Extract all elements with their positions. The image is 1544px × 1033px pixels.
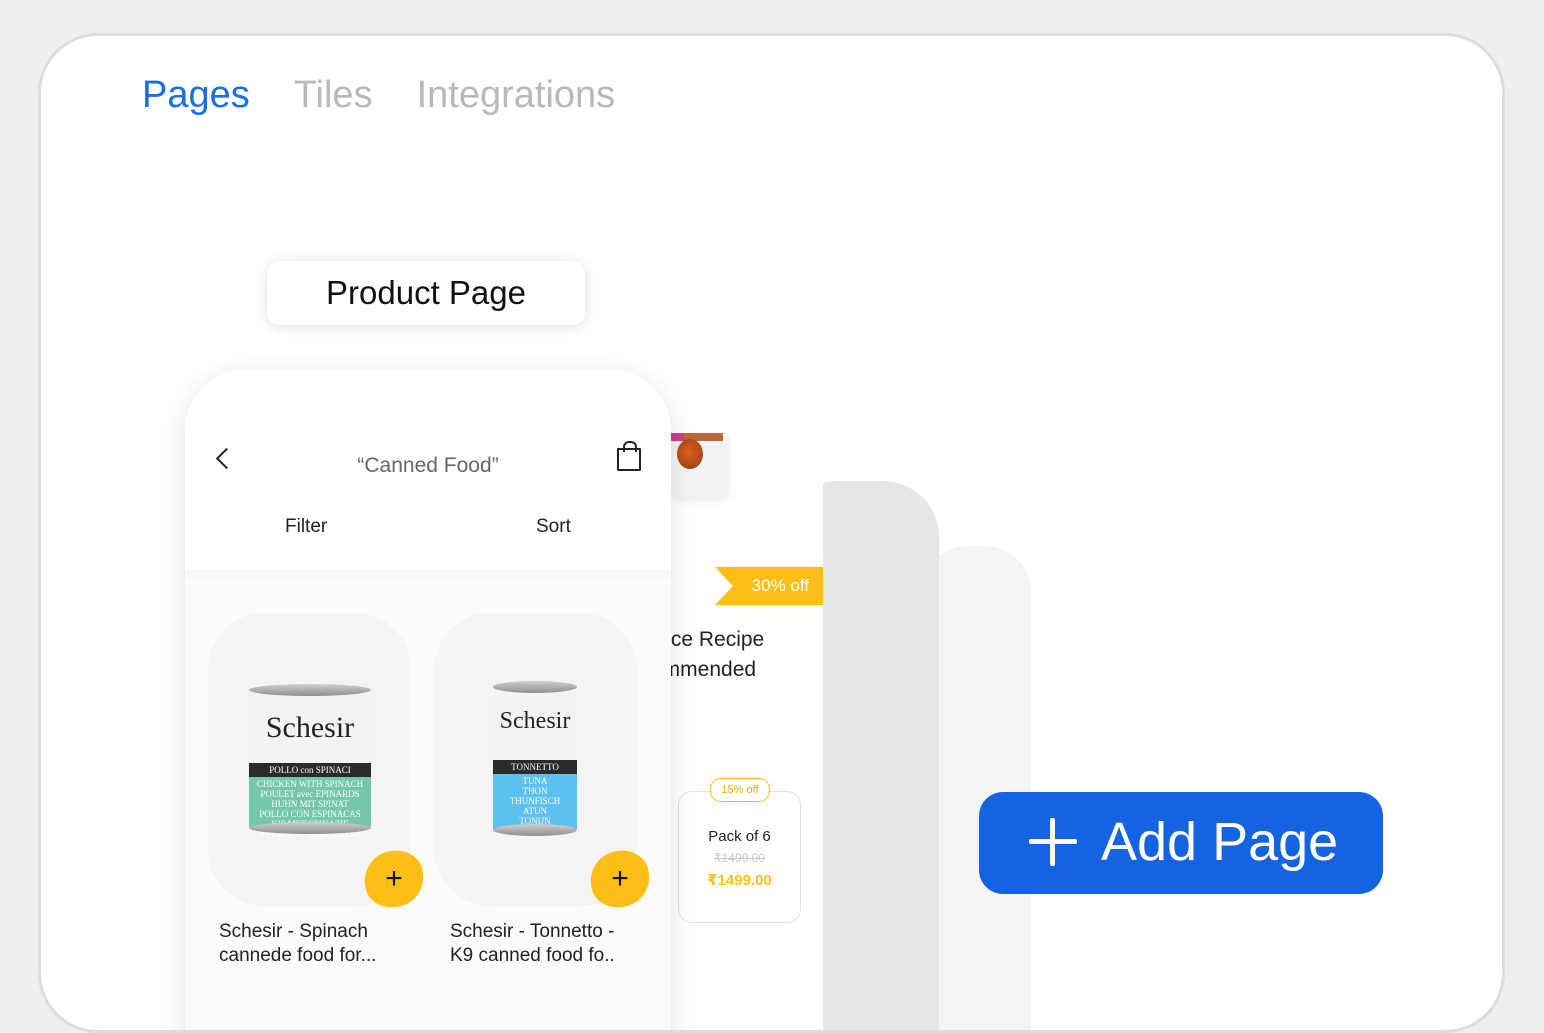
product-label-lines: TUNA THON THUNFISCH ATUN TONIJN xyxy=(509,776,561,826)
add-page-label: Add Page xyxy=(1101,812,1339,872)
pack-discount-badge: 15% off xyxy=(710,778,770,802)
sort-button[interactable]: Sort xyxy=(536,516,571,538)
pack-option-card[interactable]: 15% off Pack of 6 ₹1499.00 ₹1499.00 xyxy=(678,778,801,923)
product-title: Rice Recipe ommended xyxy=(651,628,765,681)
plus-icon xyxy=(1029,818,1077,866)
search-title: “Canned Food” xyxy=(357,454,499,477)
add-to-cart-button[interactable]: + xyxy=(356,843,432,915)
product-image: Schesir POLLO con SPINACI CHICKEN WITH S… xyxy=(249,684,371,839)
pack-price: ₹1499.00 xyxy=(707,872,772,889)
product-brand: Schesir xyxy=(499,708,571,734)
food-bag-image xyxy=(671,433,729,497)
page-label-product-page[interactable]: Product Page xyxy=(267,261,585,325)
discount-badge: 30% off xyxy=(715,567,823,605)
pack-name: Pack of 6 xyxy=(708,828,771,845)
tab-tiles[interactable]: Tiles xyxy=(294,74,373,117)
product-variant: TONNETTO xyxy=(493,760,577,774)
phone-preview: “Canned Food” Filter Sort Schesir POLLO … xyxy=(185,370,671,1030)
product-image: Schesir TONNETTO TUNA THON THUNFISCH ATU… xyxy=(493,681,577,836)
tab-bar: Pages Tiles Integrations xyxy=(142,74,615,117)
filter-button[interactable]: Filter xyxy=(285,516,327,538)
shopping-bag-icon[interactable] xyxy=(616,440,642,471)
product-brand: Schesir xyxy=(265,711,355,744)
add-to-cart-button[interactable]: + xyxy=(582,843,658,915)
product-name[interactable]: Schesir - Spinach cannede food for... xyxy=(219,920,419,968)
product-name[interactable]: Schesir - Tonnetto - K9 canned food fo.. xyxy=(450,920,650,968)
tab-integrations[interactable]: Integrations xyxy=(417,74,616,117)
tab-pages[interactable]: Pages xyxy=(142,74,250,117)
phone-header: “Canned Food” Filter Sort xyxy=(185,370,671,570)
pack-old-price: ₹1499.00 xyxy=(713,851,765,865)
add-page-button[interactable]: Add Page xyxy=(979,792,1383,894)
product-variant: POLLO con SPINACI xyxy=(249,763,371,777)
